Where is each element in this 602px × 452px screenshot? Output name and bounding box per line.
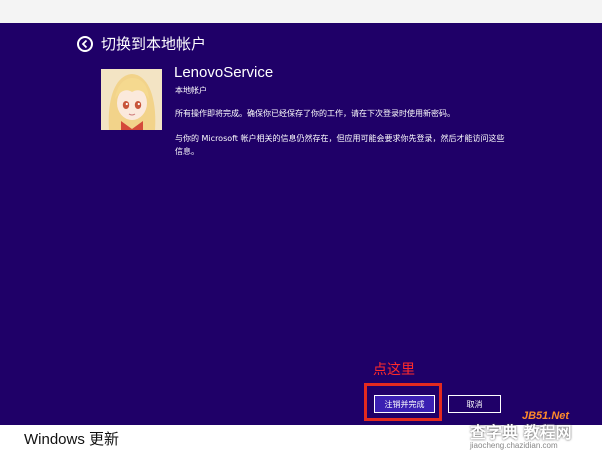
account-type-label: 本地帐户: [175, 86, 207, 95]
switch-account-panel: [0, 23, 602, 425]
account-name: LenovoService: [174, 64, 274, 81]
sign-out-finish-button[interactable]: 注销并完成: [374, 395, 435, 413]
annotation-label: 点这里: [373, 362, 415, 378]
anime-avatar-image: [101, 69, 162, 130]
avatar: [101, 69, 162, 130]
top-strip: [0, 0, 602, 23]
back-arrow-icon: [81, 39, 88, 49]
info-message: 所有操作即将完成。确保你已经保存了你的工作，请在下次登录时使用新密码。: [175, 109, 455, 118]
back-button[interactable]: [77, 36, 93, 52]
window-title: Windows 更新: [24, 431, 120, 448]
page-title: 切换到本地帐户: [101, 35, 207, 53]
watermark-url: jiaocheng.chazidian.com: [470, 441, 558, 450]
info-message: 与你的 Microsoft 帐户相关的信息仍然存在，但应用可能会要求你先登录，然…: [175, 134, 505, 156]
cancel-button[interactable]: 取消: [448, 395, 501, 413]
watermark-site-name: 查字典 教程网: [470, 423, 572, 442]
